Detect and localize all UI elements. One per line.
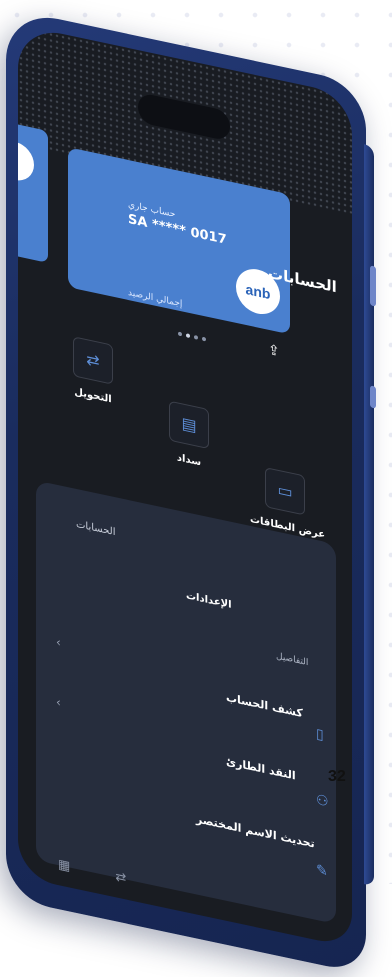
row-label: كشف الحساب — [226, 690, 303, 721]
row-label: تحديث الاسم المختصر — [196, 812, 315, 851]
chevron-left-icon: ‹ — [56, 634, 61, 650]
statement-icon: ▯ — [316, 725, 324, 744]
emergency-cash-icon: ⚇ — [316, 791, 329, 811]
transfer-label: التحويل — [74, 386, 112, 406]
pager-dot[interactable] — [202, 336, 206, 342]
bill-pay-icon: ▤ — [169, 400, 209, 450]
card-pager[interactable] — [176, 320, 208, 346]
tab-settings[interactable]: الإعدادات — [186, 590, 232, 611]
power-button — [370, 385, 376, 409]
bill-pay-label: سداد — [176, 452, 202, 469]
transfer-icon: ⇄ — [73, 336, 113, 385]
total-balance-label: إجمالي الرصيد — [128, 287, 183, 310]
tab-accounts[interactable]: الحسابات — [76, 519, 116, 538]
bill-pay-action[interactable]: ▤ سداد — [154, 397, 224, 473]
pager-dot[interactable] — [186, 333, 190, 339]
share-icon[interactable]: ⇪ — [268, 342, 280, 360]
pager-dot[interactable] — [194, 334, 198, 340]
phone-screen: حساب جاري SA ***** 0017 إجمالي الرصيد an… — [18, 24, 352, 948]
transfer-action[interactable]: ⇄ التحويل — [58, 333, 128, 409]
page-number: 32 — [328, 768, 346, 785]
volume-button — [370, 265, 376, 307]
card-logo-fragment — [18, 141, 34, 184]
row-label: النقد الطارئ — [226, 754, 296, 783]
account-iban: SA ***** 0017 — [128, 211, 227, 248]
nav-home-icon[interactable]: ▦ — [58, 857, 70, 875]
pager-dot[interactable] — [178, 331, 182, 337]
previous-account-card[interactable] — [18, 122, 48, 263]
phone-frame: حساب جاري SA ***** 0017 إجمالي الرصيد an… — [6, 8, 376, 975]
section-details-label: التفاصيل — [276, 651, 309, 669]
phone-side-edge — [364, 144, 374, 887]
card-icon: ▭ — [265, 467, 305, 516]
chevron-left-icon: ‹ — [56, 694, 61, 710]
edit-icon: ✎ — [316, 861, 328, 881]
